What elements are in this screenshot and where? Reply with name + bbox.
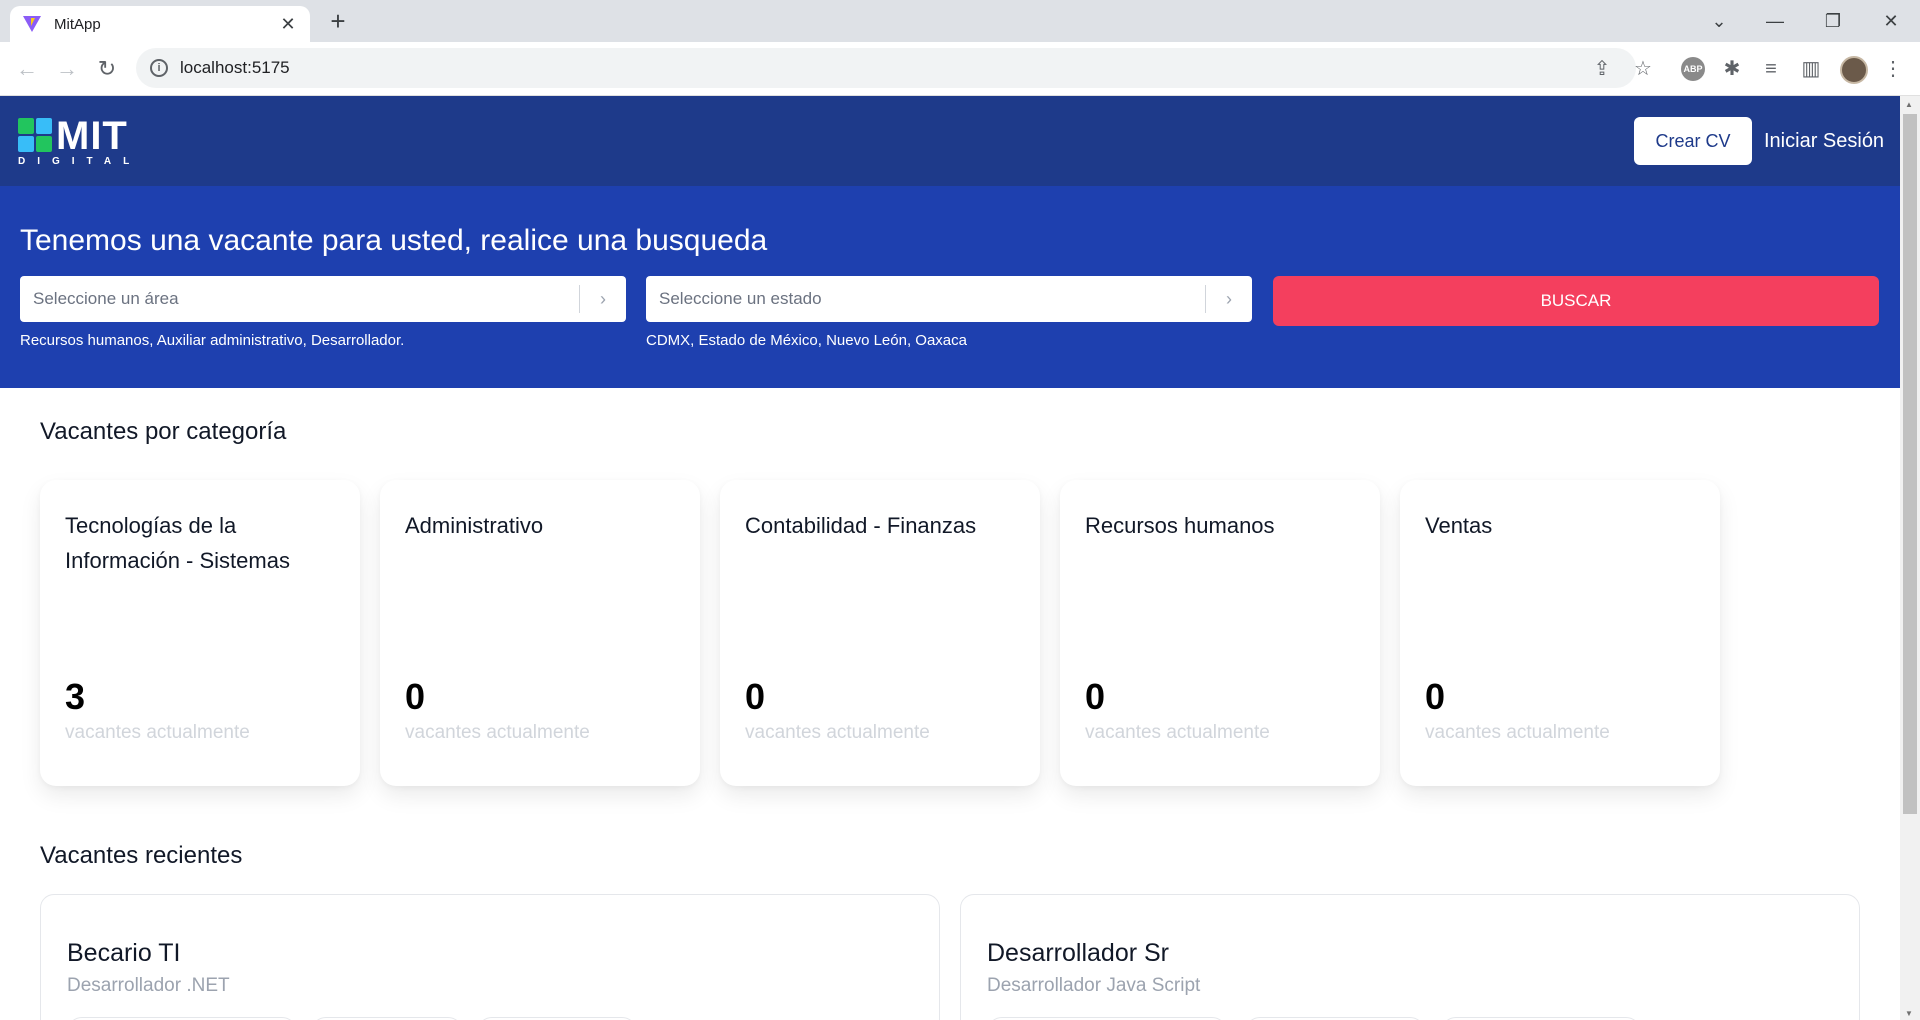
tab-strip: MitApp ✕ + ⌄ — ❐ ✕ [0, 0, 1920, 42]
login-link[interactable]: Iniciar Sesión [1764, 117, 1884, 165]
address-bar[interactable]: i localhost:5175 [136, 48, 1636, 88]
browser-window: MitApp ✕ + ⌄ — ❐ ✕ ← → ↻ i localhost:517… [0, 0, 1920, 1020]
hero-title: Tenemos una vacante para usted, realice … [20, 224, 768, 257]
category-count: 3 [65, 676, 86, 717]
job-title: Desarrollador Sr [987, 939, 1170, 967]
recent-section-title: Vacantes recientes [40, 842, 243, 869]
category-count: 0 [1425, 676, 1446, 717]
url-text[interactable]: localhost:5175 [180, 58, 290, 78]
new-tab-button[interactable]: + [324, 8, 352, 36]
category-card[interactable]: Administrativo 0 vacantes actualmente [380, 480, 700, 786]
tab-search-icon[interactable]: ⌄ [1696, 6, 1742, 36]
estado-hint: CDMX, Estado de México, Nuevo León, Oaxa… [646, 332, 967, 349]
extensions-puzzle-icon[interactable]: ✱ [1719, 56, 1745, 82]
estado-select[interactable]: Seleccione un estado › [646, 276, 1252, 322]
share-icon[interactable]: ⇪ [1589, 56, 1615, 82]
back-button[interactable]: ← [12, 54, 42, 84]
estado-select-placeholder: Seleccione un estado [659, 289, 822, 308]
category-count: 0 [745, 676, 766, 717]
adblock-extension-icon[interactable]: ABP [1681, 57, 1705, 81]
logo-grid-icon [18, 118, 52, 152]
categories-section-title: Vacantes por categoría [40, 418, 287, 445]
category-subtext: vacantes actualmente [405, 722, 590, 743]
close-window-button[interactable]: ✕ [1868, 6, 1914, 36]
category-name: Administrativo [405, 513, 544, 538]
chevron-right-icon[interactable]: › [1206, 289, 1252, 310]
job-title: Becario TI [67, 939, 181, 967]
bookmark-star-icon[interactable]: ☆ [1630, 56, 1656, 82]
logo-text: MIT [56, 114, 128, 158]
category-card[interactable]: Contabilidad - Finanzas 0 vacantes actua… [720, 480, 1040, 786]
category-name: Contabilidad - Finanzas [745, 513, 977, 538]
tab-close-icon[interactable]: ✕ [278, 14, 298, 35]
category-subtext: vacantes actualmente [65, 722, 250, 743]
search-button[interactable]: BUSCAR [1273, 276, 1879, 326]
mit-digital-logo[interactable]: MIT DIGITAL [18, 114, 148, 168]
area-select[interactable]: Seleccione un área › [20, 276, 626, 322]
scroll-down-icon[interactable]: ▼ [1905, 1009, 1913, 1018]
browser-toolbar: ← → ↻ i localhost:5175 ⇪ ☆ ABP ✱ ≡ ▥ ⋮ [0, 42, 1920, 96]
page-scrollbar[interactable]: ▲ ▼ [1900, 96, 1920, 1020]
media-queue-icon[interactable]: ≡ [1758, 56, 1784, 82]
search-hero: Tenemos una vacante para usted, realice … [0, 186, 1900, 388]
browser-tab[interactable]: MitApp ✕ [10, 6, 310, 42]
vite-favicon-icon [23, 16, 41, 32]
app-header: MIT DIGITAL Crear CV Iniciar Sesión [0, 96, 1900, 186]
minimize-button[interactable]: — [1752, 6, 1798, 36]
menu-kebab-icon[interactable]: ⋮ [1880, 56, 1906, 82]
profile-avatar[interactable] [1840, 56, 1868, 84]
logo-subtext: DIGITAL [18, 156, 142, 167]
job-subtitle: Desarrollador Java Script [987, 975, 1201, 996]
category-card[interactable]: Tecnologías de la Información - Sistemas… [40, 480, 360, 786]
chevron-right-icon[interactable]: › [580, 289, 626, 310]
category-name: Recursos humanos [1085, 513, 1275, 538]
side-panel-icon[interactable]: ▥ [1798, 56, 1824, 82]
restore-button[interactable]: ❐ [1810, 6, 1856, 36]
category-subtext: vacantes actualmente [1085, 722, 1270, 743]
job-card[interactable]: Desarrollador Sr Desarrollador Java Scri… [960, 894, 1860, 1020]
job-card[interactable]: Becario TI Desarrollador .NET [40, 894, 940, 1020]
site-info-icon[interactable]: i [150, 59, 168, 77]
category-name: Ventas [1425, 513, 1493, 538]
category-subtext: vacantes actualmente [745, 722, 930, 743]
forward-button[interactable]: → [52, 54, 82, 84]
scroll-up-icon[interactable]: ▲ [1905, 100, 1913, 109]
tab-title: MitApp [54, 15, 101, 33]
reload-button[interactable]: ↻ [92, 54, 122, 84]
category-card[interactable]: Recursos humanos 0 vacantes actualmente [1060, 480, 1380, 786]
category-count: 0 [1085, 676, 1106, 717]
category-subtext: vacantes actualmente [1425, 722, 1610, 743]
category-name: Tecnologías de la Información - Sistemas [65, 513, 290, 573]
area-hint: Recursos humanos, Auxiliar administrativ… [20, 332, 405, 349]
category-card[interactable]: Ventas 0 vacantes actualmente [1400, 480, 1720, 786]
category-count: 0 [405, 676, 426, 717]
area-select-placeholder: Seleccione un área [33, 289, 179, 308]
job-subtitle: Desarrollador .NET [67, 975, 230, 996]
scrollbar-thumb[interactable] [1903, 114, 1917, 814]
crear-cv-button[interactable]: Crear CV [1634, 117, 1752, 165]
